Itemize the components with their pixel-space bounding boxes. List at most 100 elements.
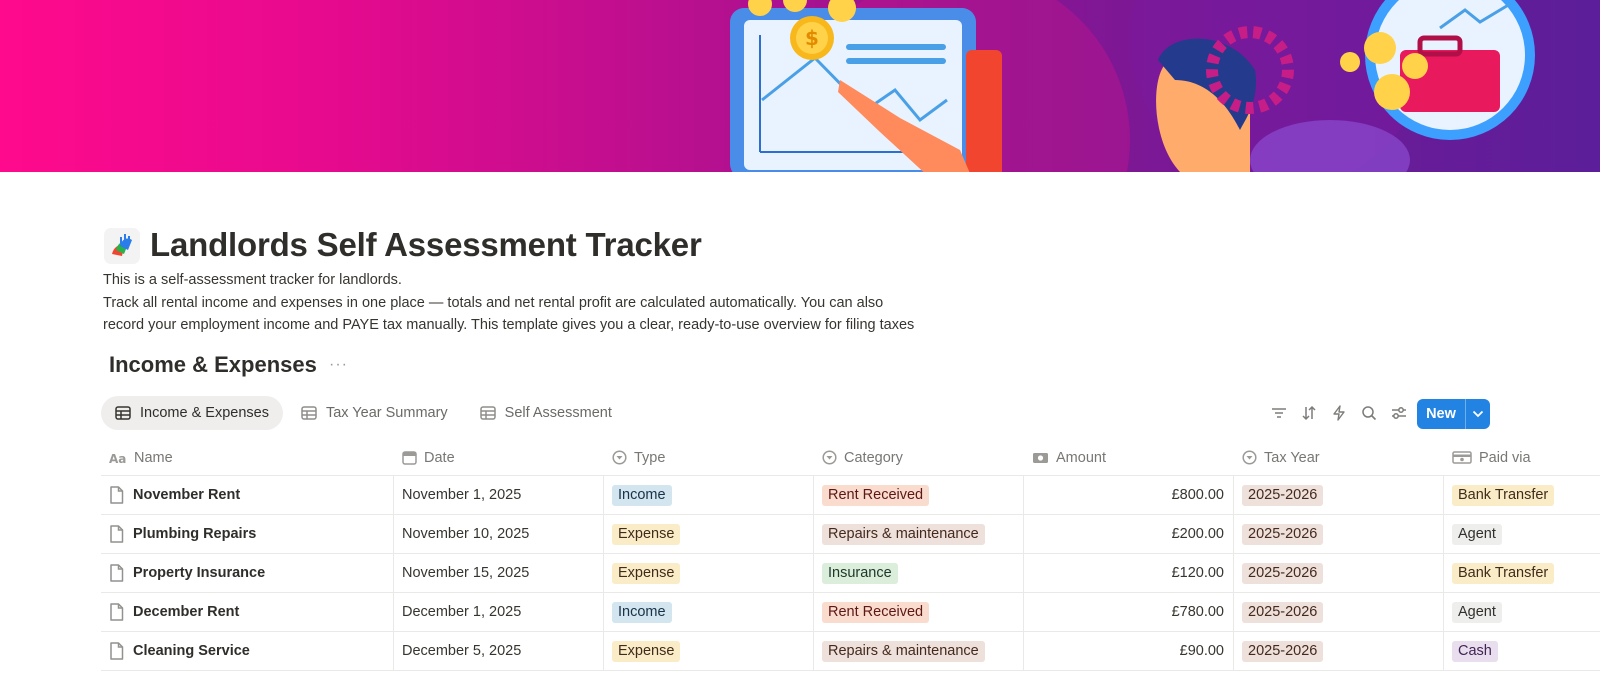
cell-date[interactable]: November 15, 2025 [394, 554, 604, 592]
table-row[interactable]: Plumbing Repairs November 10, 2025 Expen… [101, 515, 1600, 554]
cell-paid-via[interactable]: Bank Transfer [1444, 476, 1600, 514]
cell-category[interactable]: Repairs & maintenance [814, 632, 1024, 670]
tax-year-tag: 2025-2026 [1242, 484, 1324, 506]
cell-category[interactable]: Rent Received [814, 593, 1024, 631]
cell-amount[interactable]: £120.00 [1024, 554, 1234, 592]
table-icon [479, 406, 496, 420]
column-label: Date [424, 449, 455, 466]
new-button-label: New [1426, 406, 1456, 422]
cell-category[interactable]: Rent Received [814, 476, 1024, 514]
filter-icon[interactable] [1264, 398, 1294, 428]
tax-year-tag: 2025-2026 [1242, 640, 1324, 662]
cell-amount[interactable]: £800.00 [1024, 476, 1234, 514]
cell-date[interactable]: November 1, 2025 [394, 476, 604, 514]
category-tag: Rent Received [822, 484, 930, 506]
cell-tax-year[interactable]: 2025-2026 [1234, 515, 1444, 553]
select-icon [1242, 450, 1257, 465]
column-header-date[interactable]: Date [394, 440, 604, 475]
paid-via-tag: Agent [1452, 601, 1502, 623]
cell-category[interactable]: Repairs & maintenance [814, 515, 1024, 553]
column-header-amount[interactable]: Amount [1024, 440, 1234, 475]
cell-paid-via[interactable]: Agent [1444, 515, 1600, 553]
cell-type[interactable]: Expense [604, 632, 814, 670]
table-body: November Rent November 1, 2025 Income Re… [101, 476, 1600, 671]
paid-via-tag: Cash [1452, 640, 1498, 662]
cell-category[interactable]: Insurance [814, 554, 1024, 592]
page-icon[interactable] [104, 228, 140, 264]
column-header-type[interactable]: Type [604, 440, 814, 475]
database-toolbar [1264, 398, 1414, 428]
cell-type[interactable]: Expense [604, 515, 814, 553]
page-doc-icon [109, 525, 124, 543]
select-icon [822, 450, 837, 465]
column-header-category[interactable]: Category [814, 440, 1024, 475]
description-line-2[interactable]: Track all rental income and expenses in … [103, 295, 883, 311]
cell-amount[interactable]: £90.00 [1024, 632, 1234, 670]
description-line-3[interactable]: record your employment income and PAYE t… [103, 317, 914, 333]
select-icon [612, 450, 627, 465]
new-button[interactable]: New [1417, 399, 1490, 429]
database-title[interactable]: Income & Expenses [109, 352, 317, 378]
row-date: December 1, 2025 [402, 604, 522, 620]
cell-tax-year[interactable]: 2025-2026 [1234, 593, 1444, 631]
chevron-down-icon[interactable] [1466, 410, 1490, 418]
cell-tax-year[interactable]: 2025-2026 [1234, 632, 1444, 670]
page-doc-icon [109, 564, 124, 582]
chart-logo-icon [112, 234, 132, 256]
cell-amount[interactable]: £780.00 [1024, 593, 1234, 631]
settings-icon[interactable] [1384, 398, 1414, 428]
cell-tax-year[interactable]: 2025-2026 [1234, 554, 1444, 592]
cell-name[interactable]: December Rent [101, 593, 394, 631]
page-doc-icon [109, 486, 124, 504]
row-amount: £800.00 [1171, 487, 1224, 503]
tab-self-assessment[interactable]: Self Assessment [466, 396, 626, 430]
cell-name[interactable]: Plumbing Repairs [101, 515, 394, 553]
cell-type[interactable]: Income [604, 593, 814, 631]
category-tag: Insurance [822, 562, 898, 584]
cell-date[interactable]: November 10, 2025 [394, 515, 604, 553]
column-label: Category [844, 449, 903, 466]
cell-paid-via[interactable]: Bank Transfer [1444, 554, 1600, 592]
column-header-tax-year[interactable]: Tax Year [1234, 440, 1444, 475]
table-row[interactable]: Cleaning Service December 5, 2025 Expens… [101, 632, 1600, 671]
money-icon [1032, 452, 1049, 464]
search-icon[interactable] [1354, 398, 1384, 428]
cell-type[interactable]: Income [604, 476, 814, 514]
tax-year-tag: 2025-2026 [1242, 562, 1324, 584]
row-name: Cleaning Service [133, 643, 250, 659]
calendar-icon [402, 450, 417, 465]
table-icon [301, 406, 317, 420]
cell-date[interactable]: December 5, 2025 [394, 632, 604, 670]
cell-amount[interactable]: £200.00 [1024, 515, 1234, 553]
table-icon [115, 406, 131, 420]
cell-name[interactable]: Cleaning Service [101, 632, 394, 670]
tab-tax-year-summary[interactable]: Tax Year Summary [287, 396, 462, 430]
cell-name[interactable]: November Rent [101, 476, 394, 514]
automation-icon[interactable] [1324, 398, 1354, 428]
table-row[interactable]: Property Insurance November 15, 2025 Exp… [101, 554, 1600, 593]
table-row[interactable]: December Rent December 1, 2025 Income Re… [101, 593, 1600, 632]
category-tag: Rent Received [822, 601, 930, 623]
column-header-name[interactable]: Aa Name [101, 440, 394, 475]
cell-tax-year[interactable]: 2025-2026 [1234, 476, 1444, 514]
column-label: Name [134, 449, 173, 466]
cell-paid-via[interactable]: Agent [1444, 593, 1600, 631]
column-label: Paid via [1479, 449, 1531, 466]
cell-name[interactable]: Property Insurance [101, 554, 394, 592]
cell-paid-via[interactable]: Cash [1444, 632, 1600, 670]
sort-icon[interactable] [1294, 398, 1324, 428]
cell-type[interactable]: Expense [604, 554, 814, 592]
category-tag: Repairs & maintenance [822, 640, 985, 662]
table-row[interactable]: November Rent November 1, 2025 Income Re… [101, 476, 1600, 515]
database-more-button[interactable]: ··· [329, 356, 348, 374]
tax-year-tag: 2025-2026 [1242, 523, 1324, 545]
page-title[interactable]: Landlords Self Assessment Tracker [150, 226, 702, 264]
type-tag: Income [612, 601, 672, 623]
cover-image[interactable]: $ [0, 0, 1600, 172]
row-amount: £90.00 [1179, 643, 1224, 659]
description-line-1[interactable]: This is a self-assessment tracker for la… [103, 272, 402, 288]
income-expenses-table: Aa Name Date Type Category Amount Tax Ye… [101, 440, 1600, 671]
cell-date[interactable]: December 1, 2025 [394, 593, 604, 631]
tab-income-expenses[interactable]: Income & Expenses [101, 396, 283, 430]
column-header-paid-via[interactable]: Paid via [1444, 440, 1600, 475]
